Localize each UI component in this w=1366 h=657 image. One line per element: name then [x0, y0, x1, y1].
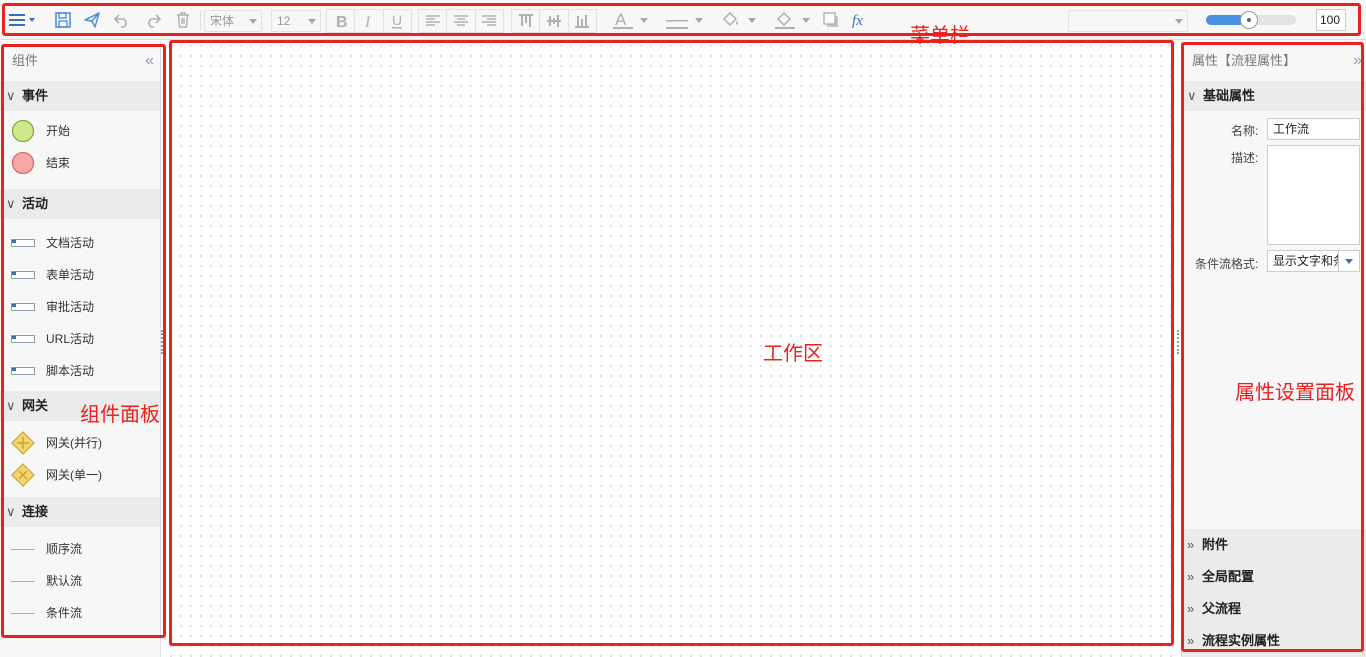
workspace-annotation: 工作区 — [763, 341, 823, 365]
component-panel-annotation: 组件面板 — [80, 402, 160, 426]
menu-bar-annotation: 菜单栏 — [910, 23, 970, 47]
menu-bar-highlight — [2, 3, 1361, 36]
property-panel-highlight — [1181, 42, 1364, 652]
workspace-highlight — [169, 40, 1174, 646]
component-panel-highlight — [1, 44, 166, 638]
property-panel-annotation: 属性设置面板 — [1235, 380, 1355, 404]
